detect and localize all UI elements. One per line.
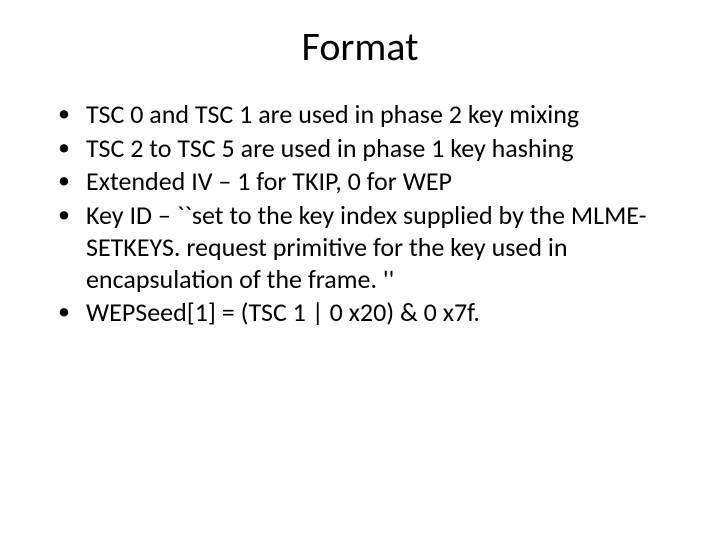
bullet-text: WEPSeed[1] = (TSC 1 | 0 x20) & 0 x7f. — [86, 296, 480, 328]
bullet-text: TSC 2 to TSC 5 are used in phase 1 key h… — [86, 132, 573, 164]
list-item: TSC 2 to TSC 5 are used in phase 1 key h… — [58, 133, 680, 165]
list-item: WEPSeed[1] = (TSC 1 | 0 x20) & 0 x7f. — [58, 297, 680, 329]
list-item: Extended IV – 1 for TKIP, 0 for WEP — [58, 166, 680, 198]
bullet-text: Extended IV – 1 for TKIP, 0 for WEP — [86, 165, 452, 197]
slide: Format TSC 0 and TSC 1 are used in phase… — [0, 0, 720, 540]
bullet-list: TSC 0 and TSC 1 are used in phase 2 key … — [58, 99, 680, 329]
list-item: Key ID – ``set to the key index supplied… — [58, 200, 680, 295]
bullet-text: TSC 0 and TSC 1 are used in phase 2 key … — [86, 98, 579, 130]
slide-title: Format — [0, 0, 720, 81]
bullet-text: Key ID – ``set to the key index supplied… — [86, 199, 647, 294]
slide-content: TSC 0 and TSC 1 are used in phase 2 key … — [0, 81, 720, 329]
list-item: TSC 0 and TSC 1 are used in phase 2 key … — [58, 99, 680, 131]
